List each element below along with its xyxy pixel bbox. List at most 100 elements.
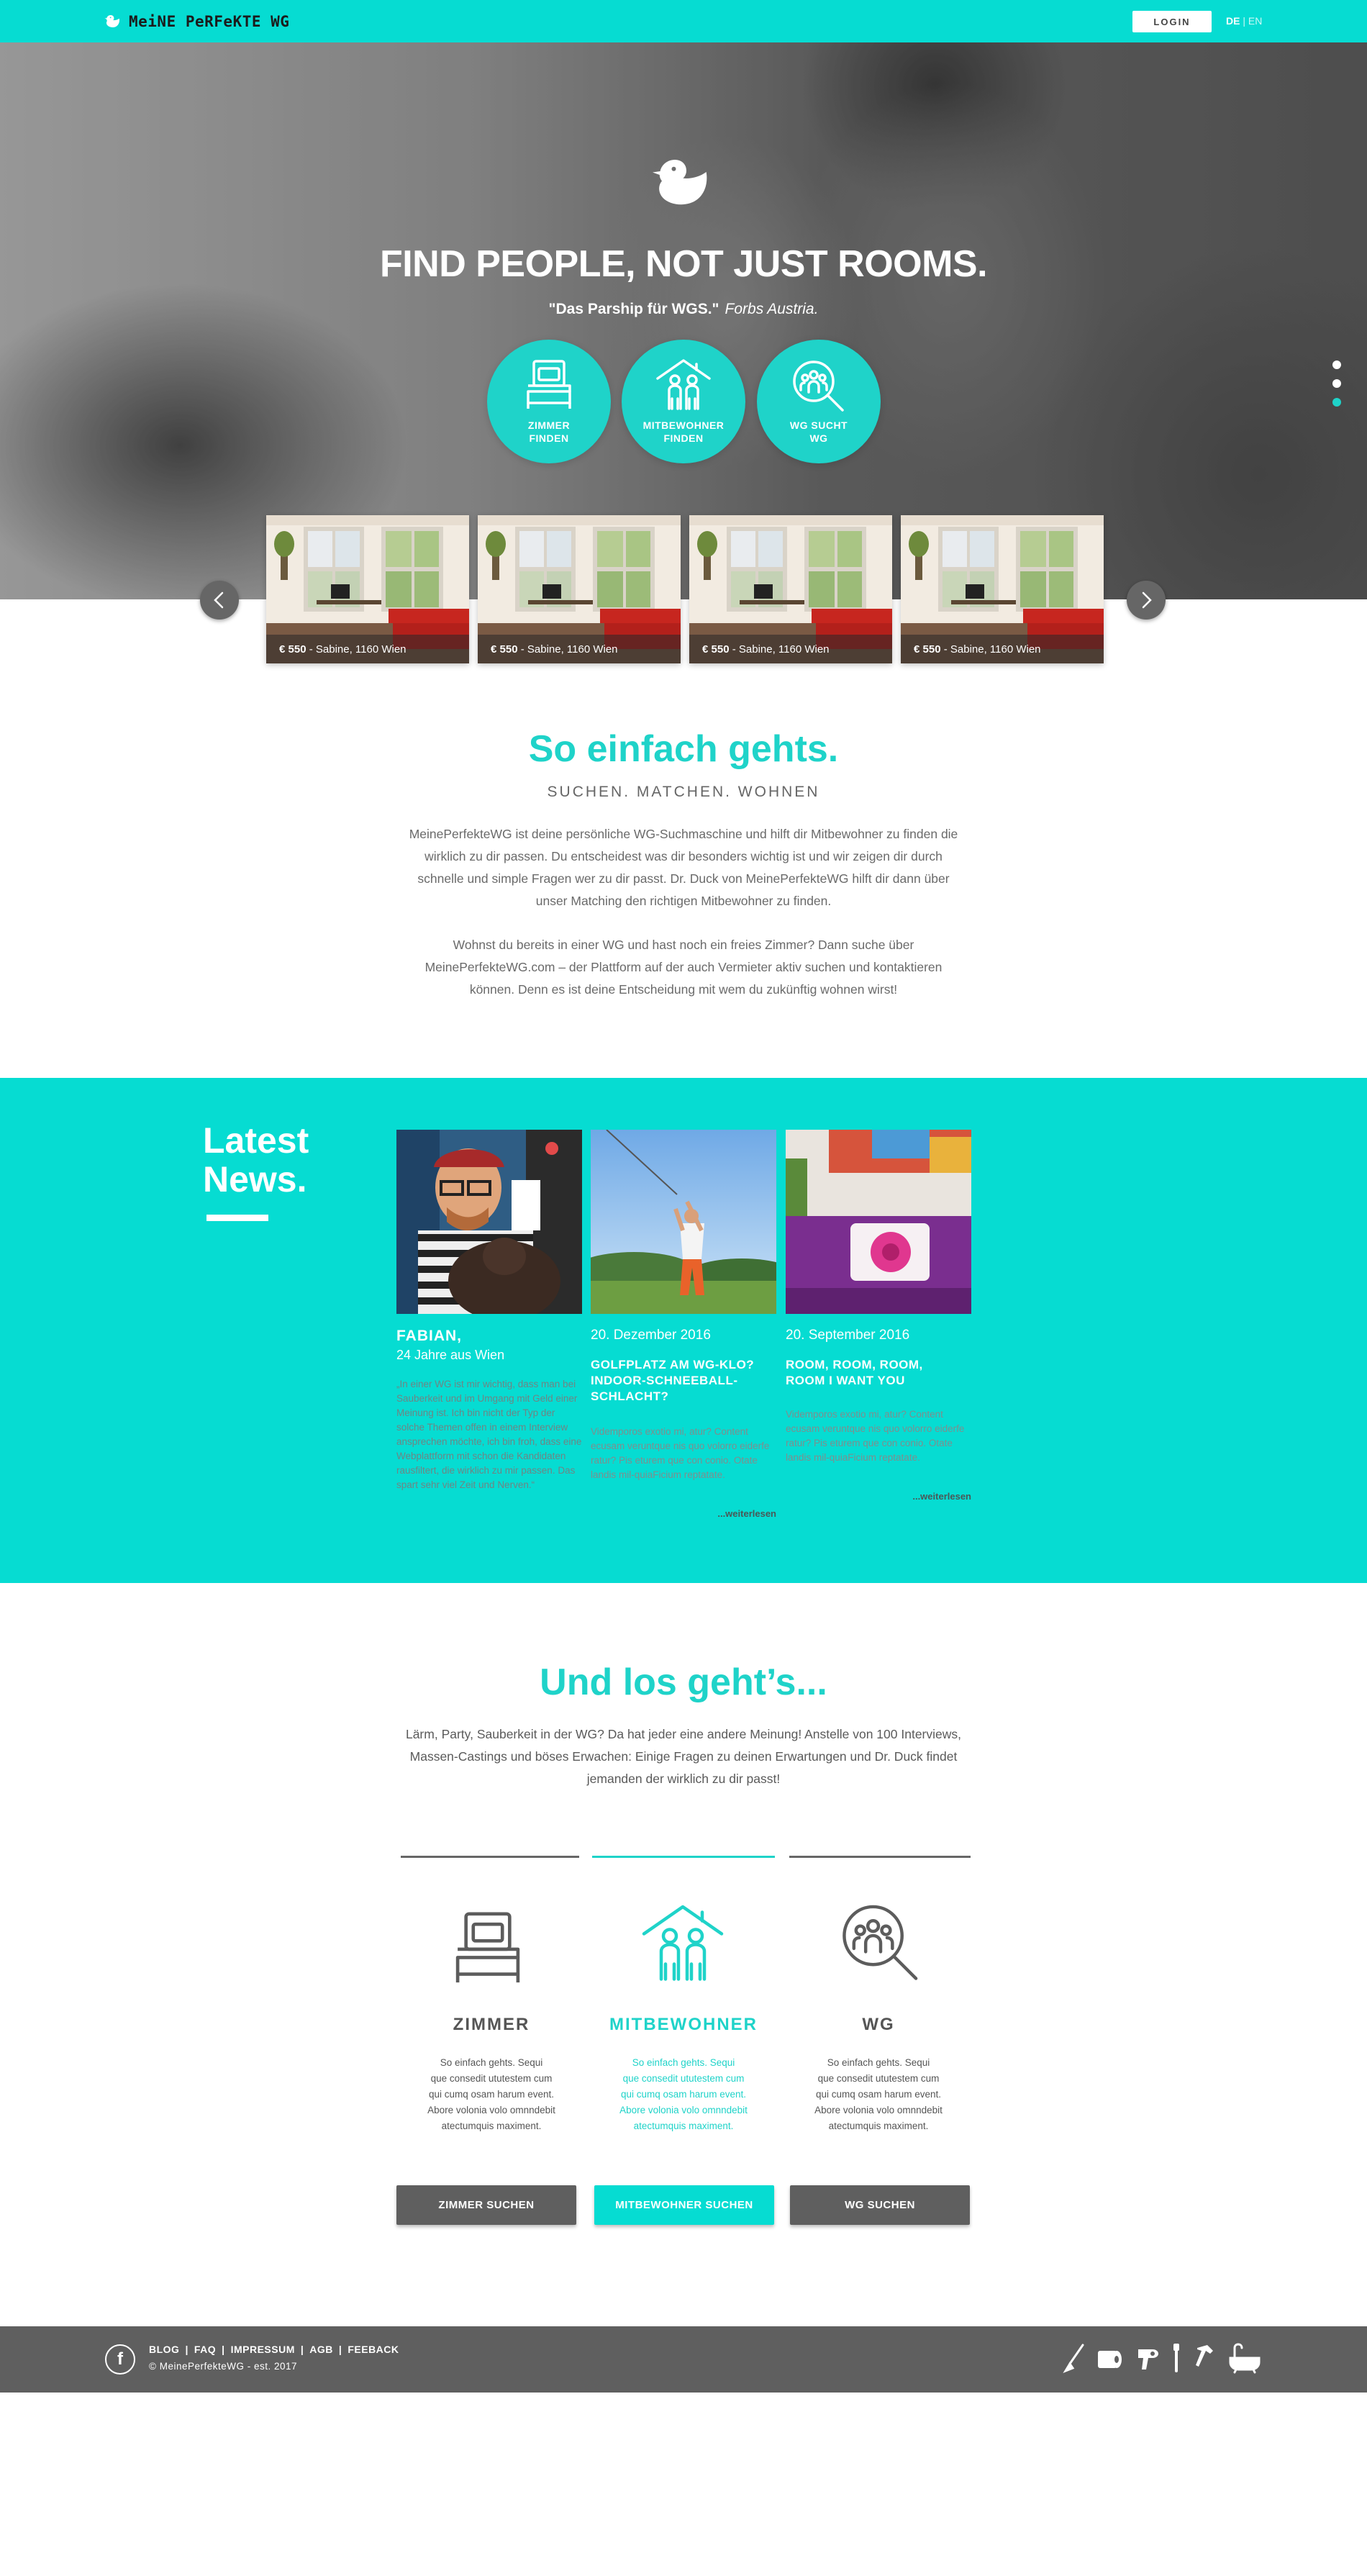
language-switcher: DE | EN (1226, 15, 1262, 27)
top-navigation-bar: MeiNE PeRFeKTE WG LOGIN DE | EN (0, 0, 1367, 42)
los-intro: Lärm, Party, Sauberkeit in der WG? Da ha… (405, 1727, 962, 1786)
site-footer: f BLOG | FAQ | IMPRESSUM | AGB | FEEBACK © Meine… (0, 2326, 1367, 2393)
listing-card[interactable]: € 550 - Sabine, 1160 Wien (901, 515, 1104, 663)
quote-source: Forbs Austria. (725, 301, 819, 317)
wg-seeks-wg-button[interactable]: WG SUCHT WG (757, 340, 881, 463)
listing-card[interactable]: € 550 - Sabine, 1160 Wien (689, 515, 892, 663)
lang-en[interactable]: EN (1248, 15, 1262, 27)
news-heading: Latest News. (203, 1120, 309, 1199)
search-roommate-button[interactable]: MITBEWOHNER SUCHEN (594, 2185, 774, 2225)
listing-details: - Sabine, 1160 Wien (940, 643, 1041, 656)
chevron-right-icon (1142, 591, 1152, 609)
carousel-next-button[interactable] (1127, 581, 1166, 620)
carousel-prev-button[interactable] (200, 581, 239, 620)
feature-title-mitbewohner: MITBEWOHNER (609, 2015, 758, 2034)
listing-price: € 550 (702, 643, 730, 656)
footer-link-separator: | (300, 2344, 304, 2355)
find-roommate-label: MITBEWOHNER FINDEN (642, 419, 725, 444)
hero-quote: "Das Parship für WGS." Forbs Austria. (0, 301, 1367, 318)
slide-dot-1[interactable] (1332, 360, 1341, 369)
roommates-house-icon (656, 359, 711, 410)
listing-price: € 550 (914, 643, 941, 656)
footer-link-blog[interactable]: BLOG (149, 2344, 179, 2355)
testimonial-origin: 24 Jahre aus Wien (396, 1348, 505, 1362)
bed-icon (455, 1912, 520, 1983)
listing-details: - Sabine, 1160 Wien (306, 643, 407, 656)
chevron-left-icon (214, 591, 224, 609)
group-search-icon (793, 360, 844, 412)
facebook-icon[interactable]: f (105, 2344, 135, 2375)
search-room-button[interactable]: ZIMMER SUCHEN (396, 2185, 576, 2225)
search-wg-button[interactable]: WG SUCHEN (790, 2185, 970, 2225)
testimonial-quote: „In einer WG ist mir wichtig, dass man b… (396, 1379, 582, 1490)
group-search-icon (843, 1905, 918, 1980)
toothbrush-icon (1173, 2344, 1179, 2372)
feature-body-wg: So einfach gehts. Sequi que consedit utu… (814, 2057, 943, 2131)
lang-separator: | (1243, 15, 1245, 27)
slide-dot-3[interactable] (1332, 398, 1341, 407)
listing-caption: € 550 - Sabine, 1160 Wien (266, 635, 469, 663)
news-heading-underline (206, 1215, 268, 1221)
sofa-photo (786, 1130, 971, 1314)
feature-title-zimmer: ZIMMER (453, 2015, 530, 2034)
feature-tab-zimmer[interactable] (401, 1856, 579, 1858)
toilet-paper-icon (1098, 2351, 1122, 2368)
news-image[interactable] (591, 1130, 776, 1314)
article-excerpt: Videmporos exotio mi, atur? Content ecus… (591, 1426, 770, 1480)
listing-card[interactable]: € 550 - Sabine, 1160 Wien (266, 515, 469, 663)
duck-logo-icon (104, 15, 119, 27)
duck-icon (653, 160, 707, 205)
footer-link-separator: | (185, 2344, 189, 2355)
logo-text: MeiNE PeRFeKTE WG (129, 13, 290, 30)
listing-caption: € 550 - Sabine, 1160 Wien (689, 635, 892, 663)
roommates-house-icon (642, 1905, 724, 1981)
bed-icon (527, 360, 571, 409)
news-image[interactable] (786, 1130, 971, 1314)
site-logo[interactable]: MeiNE PeRFeKTE WG (104, 12, 289, 32)
einfach-paragraph-1: MeinePerfekteWG ist deine persönliche WG… (409, 827, 958, 908)
hair-dryer-icon (1138, 2349, 1158, 2369)
read-more-link[interactable]: ...weiterlesen (912, 1491, 971, 1502)
article-date: 20. September 2016 (786, 1328, 910, 1343)
listing-details: - Sabine, 1160 Wien (729, 643, 830, 656)
listing-card[interactable]: € 550 - Sabine, 1160 Wien (478, 515, 681, 663)
news-section: Latest News. FABIAN, 24 Jahre aus Wien „… (0, 1078, 1367, 1583)
lang-de[interactable]: DE (1226, 15, 1240, 27)
bathtub-icon (1229, 2343, 1261, 2374)
feature-tab-wg[interactable] (789, 1856, 971, 1858)
find-roommate-button[interactable]: MITBEWOHNER FINDEN (622, 340, 745, 463)
hero-title: FIND PEOPLE, NOT JUST ROOMS. (379, 243, 988, 285)
testimonial-name: FABIAN, (396, 1328, 462, 1344)
footer-link-faq[interactable]: FAQ (194, 2344, 216, 2355)
hammer-icon (1196, 2345, 1213, 2367)
feature-body-zimmer: So einfach gehts. Sequi que consedit utu… (427, 2057, 555, 2131)
slide-dot-2[interactable] (1332, 379, 1341, 388)
brush-icon (1063, 2344, 1084, 2374)
feature-title-wg: WG (862, 2015, 895, 2034)
article-excerpt: Videmporos exotio mi, atur? Content ecus… (786, 1409, 965, 1463)
listing-caption: € 550 - Sabine, 1160 Wien (478, 635, 681, 663)
article-date: 20. Dezember 2016 (591, 1328, 711, 1343)
wg-seeks-wg-label: WG SUCHT WG (789, 419, 848, 444)
feature-body-mitbewohner: So einfach gehts. Sequi que consedit utu… (619, 2057, 748, 2131)
einfach-title: So einfach gehts. (528, 728, 839, 770)
einfach-subtitle: SUCHEN. MATCHEN. WOHNEN (547, 784, 820, 800)
footer-link-separator: | (338, 2344, 342, 2355)
feature-tab-mitbewohner[interactable] (592, 1856, 775, 1858)
article-headline[interactable]: ROOM, ROOM, ROOM, ROOM I WANT YOU (786, 1357, 971, 1389)
footer-link-impressum[interactable]: IMPRESSUM (231, 2344, 295, 2355)
listing-details: - Sabine, 1160 Wien (517, 643, 618, 656)
listing-price: € 550 (491, 643, 518, 656)
article-headline[interactable]: GOLFPLATZ AM WG-KLO? INDOOR-SCHNEEBALL- … (591, 1357, 776, 1405)
copyright-text: © MeinePerfekteWG - est. 2017 (149, 2361, 298, 2372)
find-room-button[interactable]: ZIMMER FINDEN (487, 340, 611, 463)
portrait-photo (396, 1130, 582, 1314)
footer-link-agb[interactable]: AGB (309, 2344, 333, 2355)
einfach-paragraph-2: Wohnst du bereits in einer WG und hast n… (424, 938, 943, 997)
login-button[interactable]: LOGIN (1132, 11, 1212, 32)
footer-links: BLOG | FAQ | IMPRESSUM | AGB | FEEBACK (149, 2344, 399, 2355)
los-title: Und los geht’s... (540, 1661, 827, 1703)
news-image[interactable] (396, 1130, 582, 1314)
footer-link-feedback[interactable]: FEEBACK (348, 2344, 399, 2355)
read-more-link[interactable]: ...weiterlesen (717, 1508, 776, 1519)
